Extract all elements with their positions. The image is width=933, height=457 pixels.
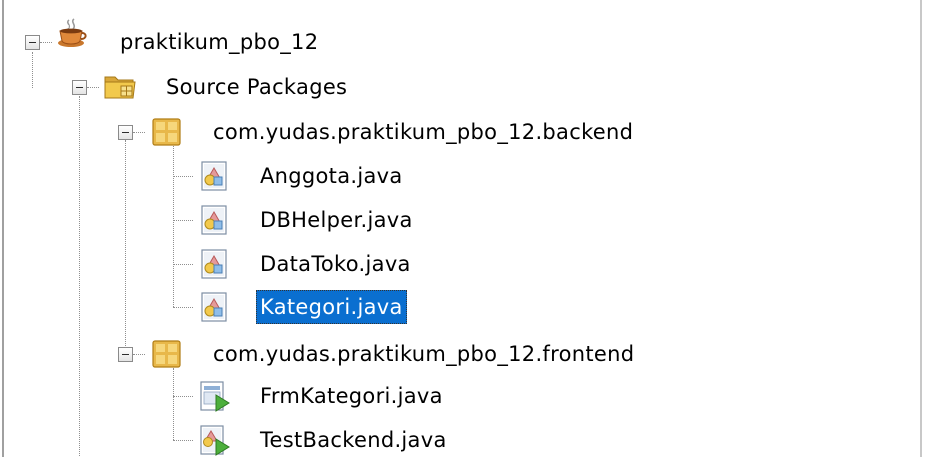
tree-guide-line — [173, 440, 193, 441]
source-folder-icon — [104, 76, 136, 99]
java-form-runnable-icon — [200, 381, 230, 412]
java-class-icon — [201, 292, 227, 322]
java-project-icon — [58, 18, 87, 47]
java-class-icon — [201, 205, 227, 235]
java-class-icon — [201, 249, 227, 279]
collapse-toggle[interactable] — [118, 125, 133, 140]
collapse-toggle[interactable] — [25, 35, 40, 50]
tree-guide-line — [173, 368, 174, 440]
collapse-toggle[interactable] — [72, 80, 87, 95]
tree-guide-line — [133, 354, 145, 355]
tree-guide-line — [79, 96, 80, 456]
tree-guide-line — [32, 52, 33, 88]
file-name-label[interactable]: TestBackend.java — [256, 423, 451, 457]
panel-right-border — [920, 0, 922, 457]
tree-guide-line — [173, 396, 193, 397]
tree-guide-line — [173, 142, 174, 307]
project-name-label[interactable]: praktikum_pbo_12 — [116, 25, 322, 59]
panel-left-border — [2, 0, 4, 457]
source-packages-label[interactable]: Source Packages — [162, 70, 351, 104]
tree-guide-line — [173, 264, 193, 265]
package-name-label[interactable]: com.yudas.praktikum_pbo_12.backend — [209, 115, 637, 149]
file-name-label[interactable]: Anggota.java — [256, 159, 407, 193]
project-tree-view[interactable]: praktikum_pbo_12 Source Packages com.yud… — [0, 0, 933, 457]
tree-guide-line — [40, 42, 52, 43]
package-icon — [152, 340, 181, 368]
tree-guide-line — [173, 176, 193, 177]
java-class-runnable-icon — [200, 425, 230, 456]
package-name-label[interactable]: com.yudas.praktikum_pbo_12.frontend — [209, 337, 638, 371]
file-name-label[interactable]: DataToko.java — [256, 247, 415, 281]
tree-guide-line — [133, 132, 145, 133]
file-name-label[interactable]: DBHelper.java — [256, 203, 417, 237]
tree-guide-line — [125, 140, 126, 354]
file-name-label[interactable]: FrmKategori.java — [256, 379, 447, 413]
package-icon — [152, 118, 181, 146]
tree-guide-line — [87, 87, 99, 88]
tree-guide-line — [173, 220, 193, 221]
file-name-label[interactable]: Kategori.java — [256, 290, 407, 324]
collapse-toggle[interactable] — [118, 347, 133, 362]
tree-guide-line — [173, 307, 193, 308]
java-class-icon — [201, 161, 227, 191]
